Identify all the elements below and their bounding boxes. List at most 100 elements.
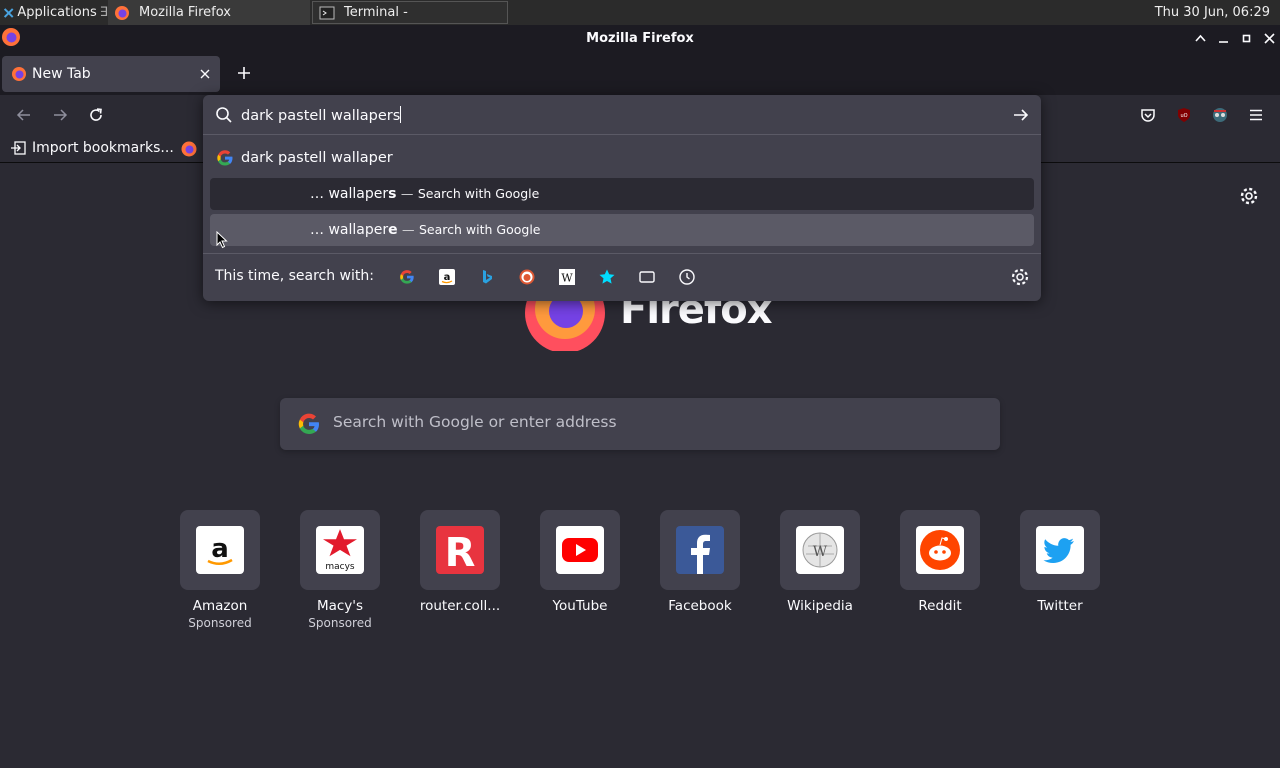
- tab-icon: [639, 271, 655, 283]
- import-icon: [11, 141, 26, 155]
- taskbar-terminal-label: Terminal -: [344, 5, 408, 20]
- macys-logo-icon: macys: [316, 526, 364, 574]
- firefox-app-icon: [2, 28, 20, 46]
- google-icon: [217, 150, 233, 166]
- pocket-icon: [1141, 109, 1155, 122]
- firefox-bookmark-icon[interactable]: [180, 140, 198, 158]
- terminal-icon: [319, 6, 335, 19]
- tab-close-button[interactable]: [196, 65, 214, 83]
- svg-text:W: W: [813, 544, 828, 560]
- suggestion-prefix: … wallaper: [310, 186, 389, 202]
- new-tab-button[interactable]: [232, 61, 256, 85]
- tabs-search-button[interactable]: [636, 266, 658, 288]
- taskbar-firefox[interactable]: Mozilla Firefox: [108, 0, 310, 25]
- search-icon: [216, 107, 232, 123]
- urlbar-popup: dark pastell wallapers dark pastell wall…: [203, 95, 1041, 301]
- engine-duckduckgo-button[interactable]: [516, 266, 538, 288]
- separator-dash: —: [402, 222, 415, 237]
- urlbar-input[interactable]: dark pastell wallapers: [203, 95, 1041, 135]
- xfce-logo-icon: [3, 7, 14, 18]
- extension-button[interactable]: [1208, 103, 1232, 127]
- search-settings-gear-icon[interactable]: [1009, 266, 1031, 288]
- mouse-pointer-icon: [216, 231, 228, 249]
- go-arrow-icon[interactable]: [1011, 105, 1031, 125]
- svg-text:a: a: [211, 534, 229, 564]
- ublock-origin-icon: uO: [1178, 108, 1190, 122]
- reload-icon: [90, 108, 102, 121]
- clock-icon: [679, 269, 695, 285]
- svg-text:macys: macys: [325, 562, 355, 572]
- applications-menu[interactable]: Applications ∃: [0, 0, 108, 25]
- youtube-logo-icon: [556, 526, 604, 574]
- facebook-logo-icon: [676, 526, 724, 574]
- suggestion-row[interactable]: dark pastell wallaper: [210, 142, 1034, 174]
- separator-dash: —: [400, 186, 414, 201]
- firefox-icon: [115, 5, 129, 20]
- window-close-button[interactable]: [1258, 25, 1280, 51]
- amazon-icon: a: [439, 269, 455, 285]
- arrow-left-icon: [16, 109, 30, 121]
- taskbar-terminal[interactable]: Terminal -: [312, 1, 508, 24]
- tab-label: New Tab: [32, 66, 91, 82]
- svg-text:a: a: [444, 272, 451, 283]
- top-site-name: Wikipedia: [787, 598, 853, 614]
- engine-google-button[interactable]: [396, 266, 418, 288]
- suggestion-bold: s: [388, 186, 397, 202]
- hamburger-menu-icon: [1250, 109, 1262, 121]
- window-title: Mozilla Firefox: [586, 30, 694, 46]
- import-bookmarks-label: Import bookmarks...: [32, 140, 174, 156]
- star-icon: [599, 269, 615, 284]
- suggestion-action: Search with Google: [419, 222, 541, 237]
- bookmarks-search-button[interactable]: [596, 266, 618, 288]
- clock[interactable]: Thu 30 Jun, 06:29: [1155, 5, 1280, 20]
- wikipedia-logo-icon: W: [796, 526, 844, 574]
- engine-amazon-button[interactable]: a: [436, 266, 458, 288]
- tab-new-tab[interactable]: New Tab: [2, 56, 220, 92]
- suggestion-row-selected[interactable]: … wallapere — Search with Google: [210, 214, 1034, 246]
- amazon-logo-icon: a: [196, 526, 244, 574]
- sponsored-label: Sponsored: [188, 616, 252, 630]
- plus-icon: [238, 67, 250, 79]
- one-off-label: This time, search with:: [215, 268, 374, 284]
- top-site-name: Facebook: [668, 598, 732, 614]
- suggestion-action: Search with Google: [417, 186, 540, 201]
- svg-text:R: R: [445, 530, 476, 574]
- bing-icon: [483, 270, 492, 284]
- applications-label: Applications: [17, 5, 97, 20]
- pocket-button[interactable]: [1136, 103, 1160, 127]
- history-search-button[interactable]: [676, 266, 698, 288]
- top-site-name: Macy's: [316, 598, 364, 614]
- top-site-name: Twitter: [1037, 598, 1083, 614]
- forward-button[interactable]: [48, 103, 72, 127]
- window-shade-button[interactable]: [1189, 25, 1211, 51]
- google-icon: [400, 270, 414, 284]
- reload-button[interactable]: [84, 103, 108, 127]
- window-minimize-button[interactable]: [1212, 25, 1234, 51]
- duckduckgo-icon: [519, 269, 535, 285]
- ublock-button[interactable]: uO: [1172, 103, 1196, 127]
- import-bookmarks-button[interactable]: Import bookmarks...: [10, 139, 174, 157]
- tab-strip: New Tab: [0, 51, 1280, 95]
- suggestion-row[interactable]: … wallapers — Search with Google: [210, 178, 1034, 210]
- suggestion-prefix: … wallaper: [310, 222, 389, 238]
- router-logo-icon: R: [436, 526, 484, 574]
- google-icon: [298, 413, 319, 435]
- engine-wikipedia-button[interactable]: W: [556, 266, 578, 288]
- taskbar-firefox-label: Mozilla Firefox: [139, 5, 231, 20]
- twitter-logo-icon: [1036, 526, 1084, 574]
- ntp-search-box[interactable]: Search with Google or enter address: [280, 398, 1000, 450]
- window-titlebar: Mozilla Firefox: [0, 25, 1280, 51]
- engine-bing-button[interactable]: [476, 266, 498, 288]
- chevron-up-icon: [1194, 34, 1206, 42]
- close-icon: [1263, 32, 1275, 44]
- top-site-name: YouTube: [552, 598, 608, 614]
- os-taskbar: Applications ∃ Mozilla Firefox Terminal …: [0, 0, 1280, 25]
- text-caret: [400, 106, 402, 123]
- personalize-settings-icon[interactable]: [1238, 185, 1260, 207]
- firefox-favicon-icon: [12, 67, 26, 81]
- top-site-name: Reddit: [918, 598, 962, 614]
- back-button[interactable]: [12, 103, 36, 127]
- window-maximize-button[interactable]: [1235, 25, 1257, 51]
- app-menu-button[interactable]: [1244, 103, 1268, 127]
- top-site-name: router.coll...: [419, 598, 501, 614]
